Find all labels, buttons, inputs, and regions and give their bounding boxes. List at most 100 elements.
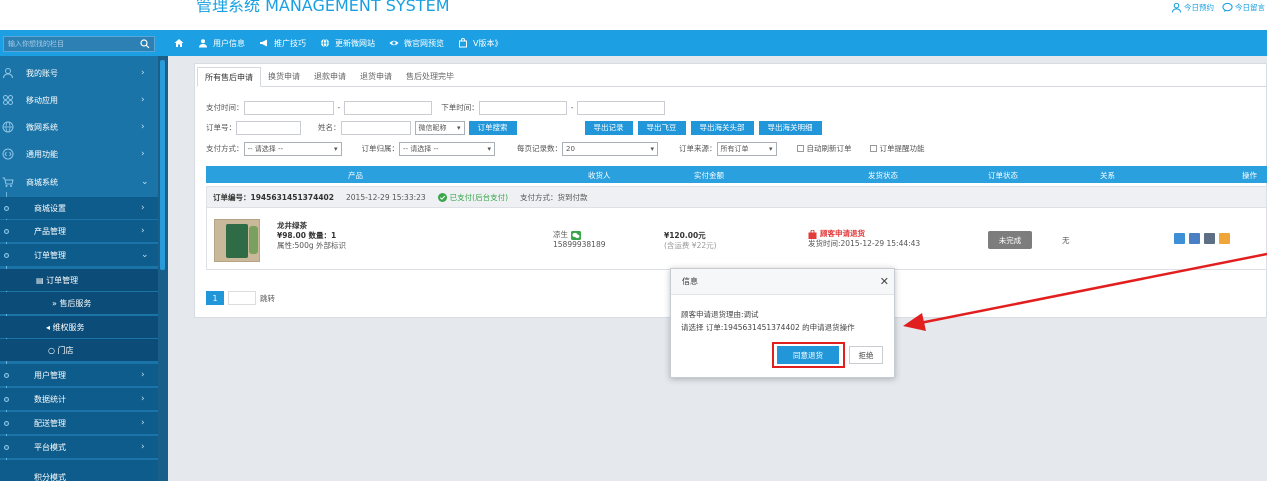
view-icon[interactable] <box>1189 233 1200 244</box>
ship-status-text: 顾客申请退货 <box>820 229 865 238</box>
chevron-right-icon: › <box>141 203 145 213</box>
sidebar-item-platform-mode[interactable]: 平台模式 › <box>0 436 158 458</box>
export-customs-header-button[interactable]: 导出海关头部 <box>690 120 754 135</box>
sidebar-item-label: 积分模式 <box>34 473 66 481</box>
sidebar-item-micro-site[interactable]: 微网系统 › <box>0 116 158 138</box>
order-no-input[interactable] <box>236 120 301 135</box>
column-header-product: 产品 <box>348 171 363 180</box>
tree-node-dot <box>4 253 9 258</box>
pay-time-end-input[interactable] <box>344 100 433 115</box>
auto-refresh-checkbox[interactable] <box>796 145 804 152</box>
agree-return-button[interactable]: 同意退货 <box>777 346 839 364</box>
order-source-select[interactable]: 所有订单 ▾ <box>716 141 777 156</box>
page-jump-input[interactable] <box>228 291 256 305</box>
close-icon[interactable]: ✕ <box>880 275 889 288</box>
nav-update-site[interactable]: 更新微网站 <box>320 38 375 49</box>
sidebar-item-mall[interactable]: 商城系统 ⌄ <box>0 171 158 193</box>
tab-exchange[interactable]: 换货申请 <box>261 67 307 87</box>
product-price-qty: ¥98.00 数量：1 <box>277 231 337 240</box>
order-status-badge[interactable]: 未完成 <box>988 231 1032 249</box>
print-icon[interactable] <box>1204 233 1215 244</box>
export-records-button[interactable]: 导出记录 <box>584 120 633 135</box>
sidebar-item-label: 订单管理 <box>34 250 66 260</box>
order-time-start-input[interactable] <box>478 100 567 115</box>
page-jump-link[interactable]: 跳转 <box>260 293 275 304</box>
top-header: 管理系统 MANAGEMENT SYSTEM 今日预约 今日留言 <box>0 0 1267 30</box>
nav-version[interactable]: V版本》 <box>458 38 502 49</box>
bag-icon <box>459 38 467 48</box>
tab-return[interactable]: 退货申请 <box>353 67 399 87</box>
sidebar-scroll-thumb[interactable] <box>160 60 165 270</box>
sidebar-item-stores[interactable]: ○ 门店 <box>0 339 158 361</box>
export-feidou-button[interactable]: 导出飞豆 <box>637 120 686 135</box>
order-source-label: 订单来源： <box>679 144 717 153</box>
search-input[interactable] <box>4 37 130 51</box>
sidebar-item-account[interactable]: 我的账号 › <box>0 62 158 84</box>
nickname-select[interactable]: 微信昵称 ▾ <box>414 120 465 135</box>
chevron-right-icon: › <box>141 226 145 236</box>
order-group-select[interactable]: -- 请选择 -- ▾ <box>399 141 495 156</box>
sidebar-item-label: 移动应用 <box>26 95 58 105</box>
search-icon[interactable] <box>140 39 150 49</box>
pay-time-start-input[interactable] <box>243 100 334 115</box>
wechat-icon[interactable] <box>571 230 581 240</box>
export-customs-detail-button[interactable]: 导出海关明细 <box>758 120 822 135</box>
nav-home[interactable] <box>174 38 184 48</box>
paid-status: 已支付(后台支付) <box>437 192 508 203</box>
sidebar-item-label: 产品管理 <box>34 226 66 236</box>
pay-method-select[interactable]: -- 请选择 -- ▾ <box>243 141 342 156</box>
tab-all-requests[interactable]: 所有售后申请 <box>197 67 261 87</box>
nav-update-site-label: 更新微网站 <box>335 38 375 48</box>
nav-user-info[interactable]: 用户信息 <box>198 38 245 49</box>
caret-down-icon: ▾ <box>768 144 773 153</box>
tab-completed[interactable]: 售后处理完毕 <box>399 67 461 87</box>
ship-time: 发货时间:2015-12-29 15:44:43 <box>808 239 921 248</box>
sidebar-item-product-management[interactable]: 产品管理 › <box>0 220 158 242</box>
today-appointments-link[interactable]: 今日预约 <box>1171 2 1214 13</box>
sidebar-item-statistics[interactable]: 数据统计 › <box>0 388 158 410</box>
nav-site-preview[interactable]: 微官网预览 <box>389 38 444 49</box>
sidebar-item-mall-settings[interactable]: 商城设置 › <box>0 197 158 219</box>
note-icon[interactable] <box>1219 233 1230 244</box>
reject-button[interactable]: 拒绝 <box>849 346 883 364</box>
sidebar-item-rights-service[interactable]: ◂ 维权服务 <box>0 316 158 338</box>
bag-icon <box>808 229 817 239</box>
sidebar-search <box>3 36 155 52</box>
order-actions <box>1174 233 1230 244</box>
sidebar-item-delivery[interactable]: 配送管理 › <box>0 412 158 434</box>
nav-user-info-label: 用户信息 <box>213 38 245 48</box>
sidebar-item-after-sales[interactable]: » 售后服务 <box>0 292 158 314</box>
sidebar-item-order-management[interactable]: 订单管理 ⌄ <box>0 244 158 266</box>
reminder-option[interactable]: 订单提醒功能 <box>869 143 925 154</box>
per-page-select[interactable]: 20 ▾ <box>562 141 658 156</box>
tree-node-dot <box>4 206 9 211</box>
reminder-checkbox[interactable] <box>869 145 877 152</box>
sidebar-item-label: ▤ 订单管理 <box>36 275 78 286</box>
sidebar-item-general[interactable]: 通用功能 › <box>0 143 158 165</box>
edit-icon[interactable] <box>1174 233 1185 244</box>
chevron-right-icon: › <box>141 442 145 452</box>
sidebar-item-points-mode[interactable]: 积分模式 <box>0 460 158 481</box>
page-number-button[interactable]: 1 <box>206 291 224 305</box>
column-header-relation: 关系 <box>1100 171 1115 180</box>
sidebar-item-user-management[interactable]: 用户管理 › <box>0 364 158 386</box>
today-messages-link[interactable]: 今日留言 <box>1222 2 1265 13</box>
list-icon: ▤ <box>36 275 47 285</box>
product-thumbnail[interactable] <box>214 219 260 262</box>
auto-refresh-option[interactable]: 自动刷新订单 <box>796 143 852 154</box>
eye-icon <box>389 40 399 46</box>
name-input[interactable] <box>340 120 411 135</box>
tea-leaf-shape <box>249 226 258 254</box>
tab-refund[interactable]: 退款申请 <box>307 67 353 87</box>
caret-down-icon: ▾ <box>333 144 338 153</box>
nav-promotion[interactable]: 推广技巧 <box>259 38 306 49</box>
sidebar-item-label: 用户管理 <box>34 370 66 380</box>
sidebar-item-label: 商城系统 <box>26 177 58 187</box>
order-time-end-input[interactable] <box>577 100 666 115</box>
filter-row-time: 支付时间： - 下单时间： - <box>206 100 666 115</box>
sidebar-item-mobile-apps[interactable]: 移动应用 › <box>0 89 158 111</box>
sidebar-item-order-list[interactable]: ▤ 订单管理 <box>0 269 158 291</box>
order-search-button[interactable]: 订单搜索 <box>468 120 517 135</box>
sidebar-item-label: 我的账号 <box>26 68 58 78</box>
tree-node-dot <box>4 229 9 234</box>
